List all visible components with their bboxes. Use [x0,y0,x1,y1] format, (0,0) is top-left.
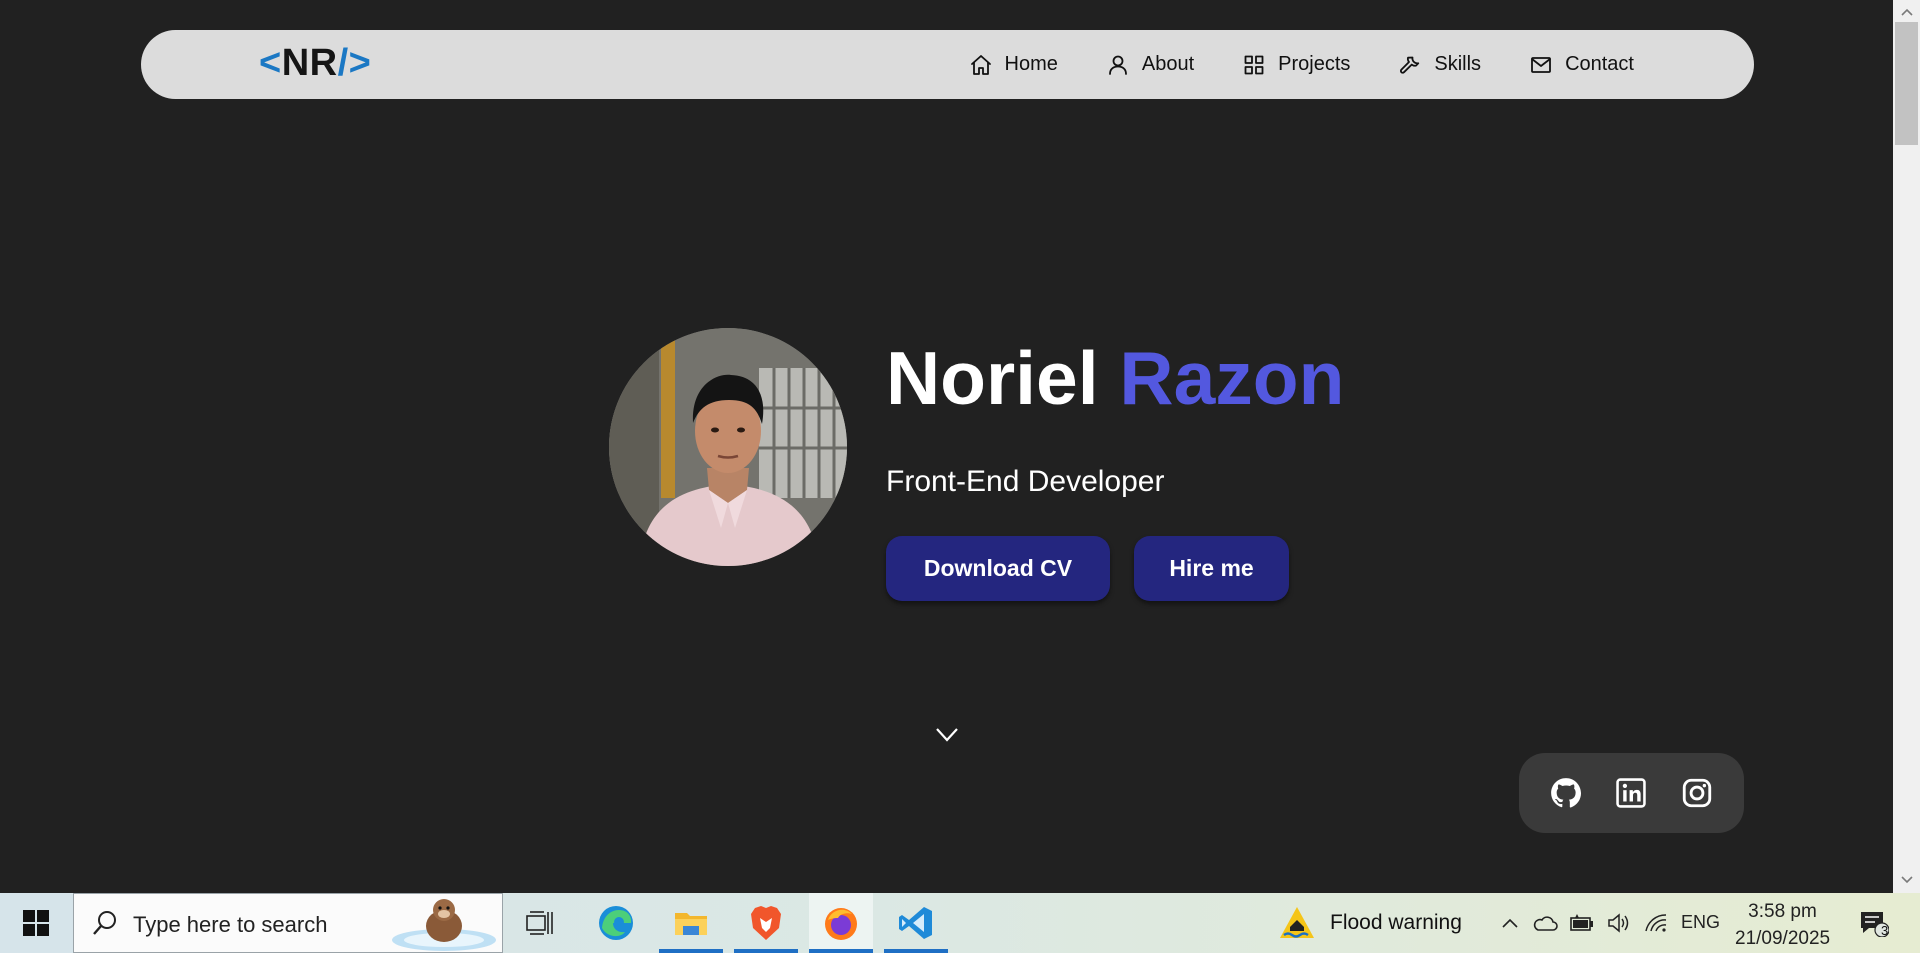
taskbar-clock[interactable]: 3:58 pm 21/09/2025 [1735,898,1830,952]
nav-item-home[interactable]: Home [969,53,1058,77]
nav-item-skills[interactable]: Skills [1398,53,1481,77]
brave-icon [751,906,781,940]
wrench-icon [1400,56,1420,74]
linkedin-icon [1616,778,1647,808]
instagram-link[interactable] [1676,772,1718,814]
nav-item-label: Contact [1565,53,1634,75]
site-logo[interactable]: <NR/> [259,42,371,85]
search-icon [93,911,116,935]
input-language[interactable]: ENG [1681,912,1720,933]
hero-last-name: Razon [1119,336,1345,420]
start-button[interactable] [0,893,72,953]
taskbar-vscode[interactable] [884,893,948,953]
browser-viewport: <NR/> Home About Projects Skills Contact [0,0,1920,893]
battery-icon [1570,914,1593,931]
scroll-down-arrow[interactable] [1893,870,1920,890]
logo-initials: NR [281,42,338,84]
hero-name: Noriel Razon [886,335,1344,421]
download-cv-button[interactable]: Download CV [886,536,1110,601]
windows-logo-icon [23,910,49,936]
nav-item-about[interactable]: About [1106,53,1194,77]
nav-item-label: Projects [1278,53,1351,75]
tray-onedrive[interactable] [1531,911,1559,935]
clock-time: 3:58 pm [1748,901,1817,922]
search-placeholder: Type here to search [133,912,328,937]
home-icon [970,54,991,75]
notification-center-button[interactable]: 3 [1856,907,1892,939]
weather-label: Flood warning [1330,911,1462,934]
tray-network[interactable] [1642,911,1670,935]
taskbar-file-explorer[interactable] [659,893,723,953]
windows-taskbar: Type here to search Flood warning ENG 3:… [0,893,1920,953]
linkedin-link[interactable] [1610,772,1652,814]
hire-me-button[interactable]: Hire me [1134,536,1289,601]
chevron-down-icon [936,728,958,742]
tray-volume[interactable] [1605,911,1633,935]
clock-date: 21/09/2025 [1735,928,1831,949]
wifi-icon [1645,914,1667,932]
firefox-icon [825,908,857,940]
scroll-up-arrow[interactable] [1893,2,1920,22]
instagram-icon [1682,778,1712,808]
nav-links: Home About Projects Skills Contact [969,30,1634,99]
chevron-up-icon [1502,918,1518,928]
nav-item-label: About [1141,53,1195,75]
chevron-down-icon [1900,876,1913,884]
chevron-up-icon [1900,8,1913,16]
profile-photo [609,328,847,566]
github-link[interactable] [1545,772,1587,814]
vscode-icon [899,907,932,939]
running-indicator [884,949,948,953]
scroll-down-chevron[interactable] [934,723,960,745]
grid-icon [1244,55,1264,74]
notification-count: 3 [1881,923,1889,938]
logo-open-bracket: < [259,42,282,84]
page-scrollbar[interactable] [1893,0,1920,893]
tray-battery[interactable] [1568,911,1596,935]
flood-warning-icon [1280,907,1314,938]
nav-item-contact[interactable]: Contact [1529,53,1634,77]
task-view-icon [526,911,553,935]
edge-icon [599,906,633,940]
nav-item-projects[interactable]: Projects [1242,53,1350,77]
running-indicator [659,949,723,953]
taskbar-search[interactable]: Type here to search [73,893,503,953]
user-icon [1108,55,1127,75]
tray-overflow-button[interactable] [1498,911,1522,935]
taskbar-task-view[interactable] [508,893,572,953]
hero-first-name: Noriel [886,336,1099,420]
file-explorer-icon [675,913,707,935]
nav-item-label: Skills [1434,53,1482,75]
navbar: <NR/> Home About Projects Skills Contact [141,30,1754,99]
speaker-icon [1608,913,1629,933]
hero-role: Front-End Developer [886,465,1165,498]
nav-item-label: Home [1004,53,1058,75]
scrollbar-thumb[interactable] [1895,22,1918,145]
logo-close-bracket: /> [337,42,372,84]
github-icon [1550,778,1581,808]
social-links [1519,753,1744,833]
taskbar-edge[interactable] [584,893,648,953]
running-indicator [734,949,798,953]
taskbar-brave[interactable] [734,893,798,953]
mail-icon [1531,56,1551,73]
weather-widget[interactable]: Flood warning [1278,893,1462,953]
taskbar-firefox[interactable] [809,893,873,953]
cloud-icon [1533,916,1558,931]
running-indicator [809,949,873,953]
search-highlight-illustration [392,899,496,951]
